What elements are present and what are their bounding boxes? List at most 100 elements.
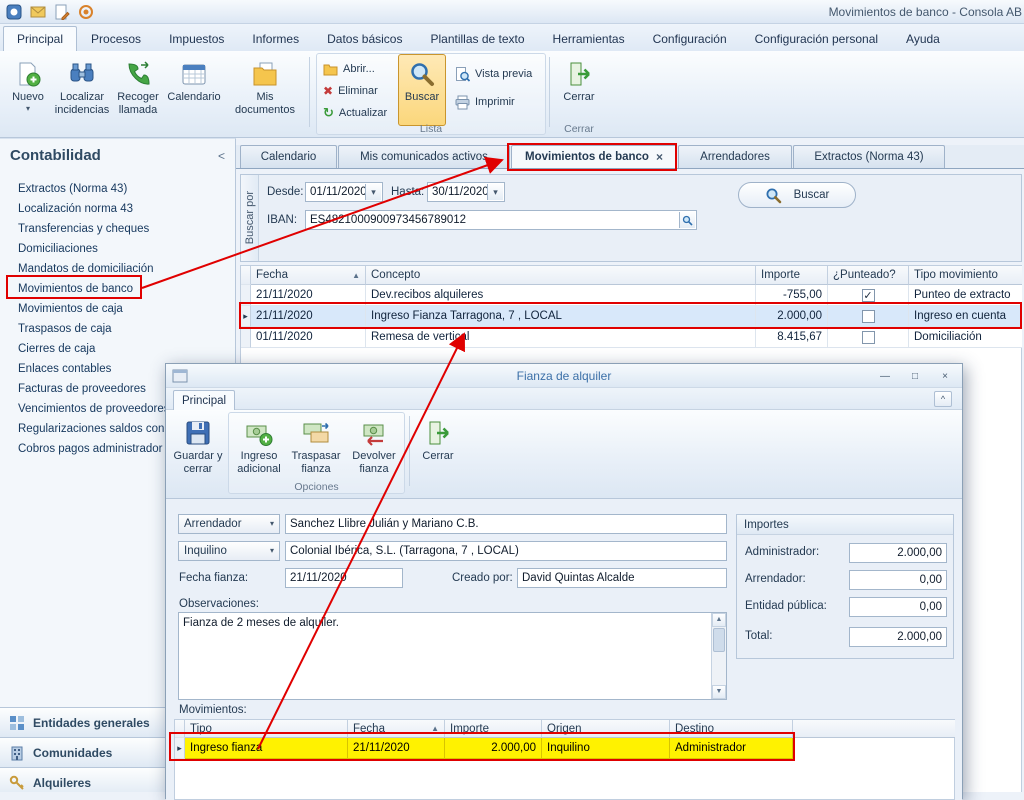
total-input[interactable]: 2.000,00 xyxy=(849,627,947,647)
tab-movimientos-de-banco[interactable]: Movimientos de banco × xyxy=(511,145,677,168)
buscar-button[interactable]: Buscar xyxy=(398,54,446,126)
actualizar-button[interactable]: ↻ Actualizar xyxy=(320,103,400,123)
hasta-input[interactable]: 30/11/2020 ▾ xyxy=(427,182,505,202)
scroll-up-icon[interactable]: ▲ xyxy=(712,613,726,627)
dialog-tab-principal[interactable]: Principal xyxy=(173,390,235,410)
column-header-tipo[interactable]: Tipo movimiento xyxy=(909,266,1022,285)
localizar-incidencias-button[interactable]: Localizar incidencias xyxy=(54,54,110,126)
arrendador-input[interactable]: Sanchez Llibre Julián y Mariano C.B. xyxy=(285,514,727,534)
scrollbar-thumb[interactable] xyxy=(713,628,725,652)
cerrar-button[interactable]: Cerrar xyxy=(556,54,602,126)
menu-tab-procesos[interactable]: Procesos xyxy=(77,26,155,51)
sidebar-item-movimientos-caja[interactable]: Movimientos de caja xyxy=(0,299,236,319)
mis-documentos-button[interactable]: Mis documentos xyxy=(224,54,306,126)
sidebar-item-mandatos-domiciliacion[interactable]: Mandatos de domiciliación xyxy=(0,259,236,279)
desde-input[interactable]: 01/11/2020 ▾ xyxy=(305,182,383,202)
search-icon xyxy=(765,187,782,204)
collapse-left-icon[interactable]: < xyxy=(218,149,225,163)
app-logo-icon[interactable] xyxy=(5,3,23,21)
inquilino-input[interactable]: Colonial Ibérica, S.L. (Tarragona, 7 , L… xyxy=(285,541,727,561)
entidad-publica-label: Entidad pública: xyxy=(745,600,827,612)
close-icon[interactable]: × xyxy=(936,368,954,384)
column-header-concepto[interactable]: Concepto xyxy=(366,266,756,285)
cell-tipo: Ingreso en cuenta xyxy=(909,306,1022,327)
mis-documentos-label: Mis documentos xyxy=(225,91,305,116)
checkbox-unchecked[interactable] xyxy=(862,310,875,323)
announcement-icon[interactable] xyxy=(77,3,95,21)
dialog-cerrar-button[interactable]: Cerrar xyxy=(415,413,461,485)
fecha-fianza-input[interactable]: 21/11/2020 xyxy=(285,568,403,588)
guardar-cerrar-button[interactable]: Guardar y cerrar xyxy=(171,413,225,485)
scrollbar[interactable]: ▲ ▼ xyxy=(711,613,726,699)
menu-tab-datos-basicos[interactable]: Datos básicos xyxy=(313,26,416,51)
tab-close-icon[interactable]: × xyxy=(656,150,663,164)
imprimir-button[interactable]: Imprimir xyxy=(452,92,540,112)
column-header-origen[interactable]: Origen xyxy=(542,720,670,738)
menu-tab-herramientas[interactable]: Herramientas xyxy=(539,26,639,51)
checkbox-checked[interactable]: ✓ xyxy=(862,289,875,302)
creado-por-input[interactable]: David Quintas Alcalde xyxy=(517,568,727,588)
row-pointer-icon: ▸ xyxy=(175,738,185,759)
ingreso-adicional-button[interactable]: Ingreso adicional xyxy=(232,413,286,485)
recoger-llamada-button[interactable]: Recoger llamada xyxy=(112,54,164,126)
entidad-publica-input[interactable]: 0,00 xyxy=(849,597,947,617)
eliminar-button[interactable]: ✖ Eliminar xyxy=(320,81,394,101)
sidebar-item-traspasos-caja[interactable]: Traspasos de caja xyxy=(0,319,236,339)
group-cerrar-label: Cerrar xyxy=(544,123,614,135)
scroll-down-icon[interactable]: ▼ xyxy=(712,685,726,699)
column-header-destino[interactable]: Destino xyxy=(670,720,793,738)
observaciones-textarea[interactable]: Fianza de 2 meses de alquiler. ▲ ▼ xyxy=(178,612,727,700)
row-indicator-header xyxy=(241,266,251,285)
sidebar-item-transferencias-cheques[interactable]: Transferencias y cheques xyxy=(0,219,236,239)
mail-icon[interactable] xyxy=(29,3,47,21)
iban-input[interactable]: ES4821000900973456789012 xyxy=(305,210,697,230)
column-header-fecha[interactable]: Fecha ▲ xyxy=(251,266,366,285)
devolver-fianza-button[interactable]: Devolver fianza xyxy=(346,413,402,485)
maximize-icon[interactable]: □ xyxy=(906,368,924,384)
sidebar-item-cierres-caja[interactable]: Cierres de caja xyxy=(0,339,236,359)
tab-label: Movimientos de banco xyxy=(525,151,649,163)
menu-tab-configuracion[interactable]: Configuración xyxy=(639,26,741,51)
note-edit-icon[interactable] xyxy=(53,3,71,21)
column-header-tipo[interactable]: Tipo xyxy=(185,720,348,738)
administrador-value: 2.000,00 xyxy=(897,547,942,559)
vista-previa-button[interactable]: Vista previa xyxy=(452,64,540,84)
column-header-importe[interactable]: Importe xyxy=(756,266,828,285)
dialog-title-bar[interactable]: Fianza de alquiler — □ × xyxy=(166,364,962,388)
cell-fecha: 21/11/2020 xyxy=(251,285,366,306)
column-header-importe[interactable]: Importe xyxy=(445,720,542,738)
collapse-ribbon-icon[interactable]: ^ xyxy=(934,391,952,407)
menu-tab-informes[interactable]: Informes xyxy=(238,26,313,51)
calendario-button[interactable]: Calendario xyxy=(166,54,222,126)
buscar-submit-button[interactable]: Buscar xyxy=(738,182,856,208)
search-icon[interactable] xyxy=(679,212,695,228)
minimize-icon[interactable]: — xyxy=(876,368,894,384)
sidebar-item-extractos-norma43[interactable]: Extractos (Norma 43) xyxy=(0,179,236,199)
administrador-input[interactable]: 2.000,00 xyxy=(849,543,947,563)
menu-tab-impuestos[interactable]: Impuestos xyxy=(155,26,238,51)
chevron-down-icon[interactable]: ▾ xyxy=(365,184,381,200)
checkbox-unchecked[interactable] xyxy=(862,331,875,344)
arrendador-combo[interactable]: Arrendador ▾ xyxy=(178,514,280,534)
tab-arrendadores[interactable]: Arrendadores xyxy=(678,145,792,168)
sidebar-item-movimientos-banco[interactable]: Movimientos de banco xyxy=(0,279,236,299)
arrendador-importe-input[interactable]: 0,00 xyxy=(849,570,947,590)
menu-tab-configuracion-personal[interactable]: Configuración personal xyxy=(741,26,892,51)
sidebar-item-localizacion-norma43[interactable]: Localización norma 43 xyxy=(0,199,236,219)
chevron-down-icon[interactable]: ▾ xyxy=(487,184,503,200)
menu-tab-plantillas[interactable]: Plantillas de texto xyxy=(416,26,538,51)
menu-tab-principal[interactable]: Principal xyxy=(3,26,77,51)
abrir-button[interactable]: Abrir... xyxy=(320,59,394,79)
column-header-fecha[interactable]: Fecha ▲ xyxy=(348,720,445,738)
tab-mis-comunicados-activos[interactable]: Mis comunicados activos xyxy=(338,145,510,168)
sidebar-item-domiciliaciones[interactable]: Domiciliaciones xyxy=(0,239,236,259)
nuevo-button[interactable]: Nuevo ▾ xyxy=(5,54,51,126)
tab-extractos-norma43[interactable]: Extractos (Norma 43) xyxy=(793,145,945,168)
inquilino-combo[interactable]: Inquilino ▾ xyxy=(178,541,280,561)
tab-calendario[interactable]: Calendario xyxy=(240,145,337,168)
traspasar-fianza-button[interactable]: Traspasar fianza xyxy=(288,413,344,485)
eliminar-label: Eliminar xyxy=(338,85,378,97)
column-header-punteado[interactable]: ¿Punteado? xyxy=(828,266,909,285)
menu-tab-ayuda[interactable]: Ayuda xyxy=(892,26,954,51)
search-panel-side-strip[interactable]: Buscar por xyxy=(241,175,259,261)
